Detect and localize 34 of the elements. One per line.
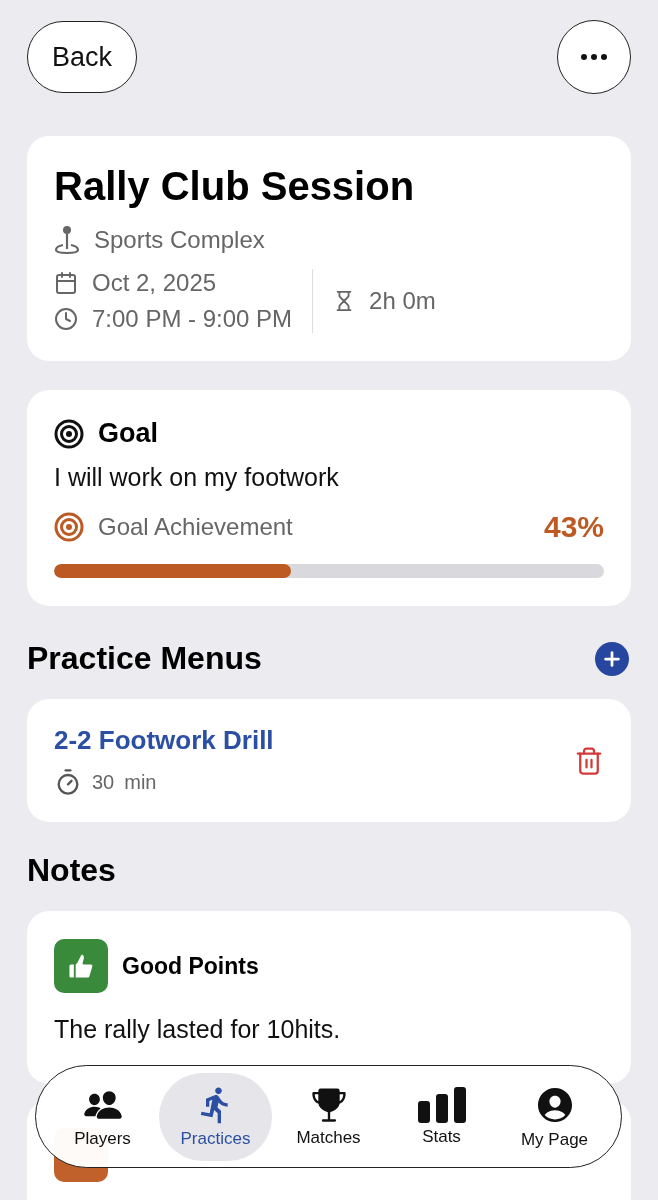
drill-title: 2-2 Footwork Drill: [54, 725, 274, 756]
calendar-icon: [54, 271, 78, 295]
target-icon: [54, 512, 84, 542]
target-icon: [54, 418, 84, 449]
drill-minutes: 30: [92, 770, 115, 794]
bar-chart-icon: [417, 1086, 466, 1123]
tab[interactable]: My Page: [498, 1072, 611, 1161]
date-text: Oct 2, 2025: [92, 269, 217, 297]
tab[interactable]: Stats: [385, 1072, 498, 1161]
note-text: The rally lasted for 10hits.: [54, 1015, 342, 1044]
drill-unit: min: [124, 770, 157, 794]
practice-menu-card[interactable]: 2-2 Footwork Drill 30 min: [27, 699, 631, 822]
tab[interactable]: Matches: [272, 1072, 385, 1161]
achievement-label: Goal Achievement: [98, 513, 293, 541]
tab[interactable]: Practices: [159, 1072, 272, 1161]
add-button[interactable]: [595, 641, 629, 676]
tab[interactable]: Players: [46, 1072, 159, 1161]
session-title: Rally Club Session: [54, 164, 416, 209]
achievement-value: 43%: [543, 510, 604, 544]
delete-icon[interactable]: [574, 745, 604, 776]
section-title: Notes: [27, 852, 116, 889]
clock-icon: [54, 307, 78, 331]
thumbs-up-icon: [54, 939, 108, 993]
goal-heading: Goal: [98, 418, 158, 449]
more-icon: [581, 54, 607, 60]
location-pin-icon: [54, 225, 80, 255]
duration-text: 2h 0m: [369, 287, 436, 315]
back-button[interactable]: Back: [27, 21, 138, 93]
section-title: Practice Menus: [27, 640, 262, 677]
note-title: Good Points: [122, 952, 259, 980]
location-text: Sports Complex: [94, 226, 265, 254]
goal-text: I will work on my footwork: [54, 463, 340, 492]
trophy-icon: [309, 1085, 348, 1124]
time-text: 7:00 PM - 9:00 PM: [92, 305, 293, 333]
